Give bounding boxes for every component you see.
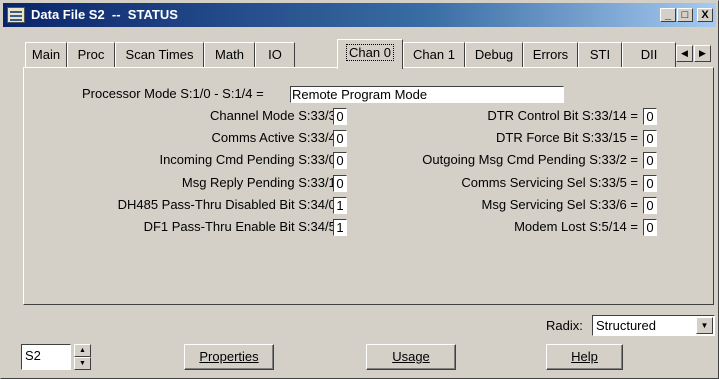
outgoing-msg-cmd-pending-label: Outgoing Msg Cmd Pending S:33/2 = [422, 152, 638, 167]
properties-button[interactable]: Properties [184, 344, 274, 370]
outgoing-msg-cmd-pending-value[interactable]: 0 [643, 152, 657, 169]
tab-chan-0[interactable]: Chan 0 [337, 39, 403, 69]
tab-scroll-left-button[interactable]: ◀ [676, 45, 693, 62]
radix-select[interactable]: Structured ▼ [592, 315, 715, 336]
tab-scan-times[interactable]: Scan Times [115, 42, 204, 68]
comms-active-label: Comms Active S:33/4 = [211, 130, 347, 145]
properties-button-label: Properties [199, 349, 259, 364]
maximize-button[interactable]: □ [677, 8, 693, 22]
tab-io[interactable]: IO [255, 42, 295, 68]
file-selector-input[interactable]: S2 [21, 344, 71, 370]
dtr-control-bit-value[interactable]: 0 [643, 108, 657, 125]
radix-value: Structured [596, 318, 656, 333]
data-file-window: Data File S2 -- STATUS _ □ X Main Proc S… [0, 0, 719, 379]
msg-reply-pending-value[interactable]: 0 [333, 175, 347, 192]
dtr-force-bit-value[interactable]: 0 [643, 130, 657, 147]
chevron-down-icon[interactable]: ▼ [696, 317, 713, 334]
tab-proc[interactable]: Proc [67, 42, 115, 68]
window-title: Data File S2 -- STATUS [31, 7, 178, 22]
modem-lost-value[interactable]: 0 [643, 219, 657, 236]
comms-active-value[interactable]: 0 [333, 130, 347, 147]
tab-debug[interactable]: Debug [465, 42, 523, 68]
incoming-cmd-pending-value[interactable]: 0 [333, 152, 347, 169]
dh485-pass-thru-disabled-value[interactable]: 1 [333, 197, 347, 214]
tab-errors[interactable]: Errors [523, 42, 578, 68]
spin-up-button[interactable]: ▲ [74, 344, 91, 357]
msg-servicing-sel-label: Msg Servicing Sel S:33/6 = [481, 197, 638, 212]
comms-servicing-sel-value[interactable]: 0 [643, 175, 657, 192]
tab-sti[interactable]: STI [578, 42, 622, 68]
msg-reply-pending-label: Msg Reply Pending S:33/1 = [181, 175, 347, 190]
df1-pass-thru-enable-label: DF1 Pass-Thru Enable Bit S:34/5 = [143, 219, 347, 234]
help-button[interactable]: Help [546, 344, 623, 370]
msg-servicing-sel-value[interactable]: 0 [643, 197, 657, 214]
tab-scroll-right-button[interactable]: ▶ [694, 45, 711, 62]
comms-servicing-sel-label: Comms Servicing Sel S:33/5 = [461, 175, 638, 190]
tab-main[interactable]: Main [25, 42, 67, 68]
chan0-panel: Processor Mode S:1/0 - S:1/4 = Remote Pr… [23, 67, 714, 305]
processor-mode-value: Remote Program Mode [290, 86, 564, 103]
minimize-button[interactable]: _ [660, 8, 676, 22]
df1-pass-thru-enable-value[interactable]: 1 [333, 219, 347, 236]
title-bar[interactable]: Data File S2 -- STATUS _ □ X [3, 3, 716, 27]
channel-mode-value[interactable]: 0 [333, 108, 347, 125]
tab-dii[interactable]: DII [622, 42, 676, 68]
radix-label: Radix: [546, 318, 583, 333]
usage-button-label: Usage [392, 349, 430, 364]
channel-mode-label: Channel Mode S:33/3 = [210, 108, 347, 123]
tab-math[interactable]: Math [204, 42, 255, 68]
spin-down-button[interactable]: ▼ [74, 357, 91, 370]
incoming-cmd-pending-label: Incoming Cmd Pending S:33/0 = [159, 152, 347, 167]
data-file-icon [7, 7, 25, 23]
tab-strip: Main Proc Scan Times Math IO Chan 0 Chan… [25, 39, 715, 69]
processor-mode-label: Processor Mode S:1/0 - S:1/4 = [82, 86, 264, 101]
dtr-control-bit-label: DTR Control Bit S:33/14 = [487, 108, 638, 123]
modem-lost-label: Modem Lost S:5/14 = [514, 219, 638, 234]
close-button[interactable]: X [697, 8, 713, 22]
tab-chan-0-label: Chan 0 [346, 44, 394, 61]
dtr-force-bit-label: DTR Force Bit S:33/15 = [496, 130, 638, 145]
dh485-pass-thru-disabled-label: DH485 Pass-Thru Disabled Bit S:34/0 = [117, 197, 347, 212]
usage-button[interactable]: Usage [366, 344, 456, 370]
help-button-label: Help [571, 349, 598, 364]
tab-chan-1[interactable]: Chan 1 [403, 42, 465, 68]
